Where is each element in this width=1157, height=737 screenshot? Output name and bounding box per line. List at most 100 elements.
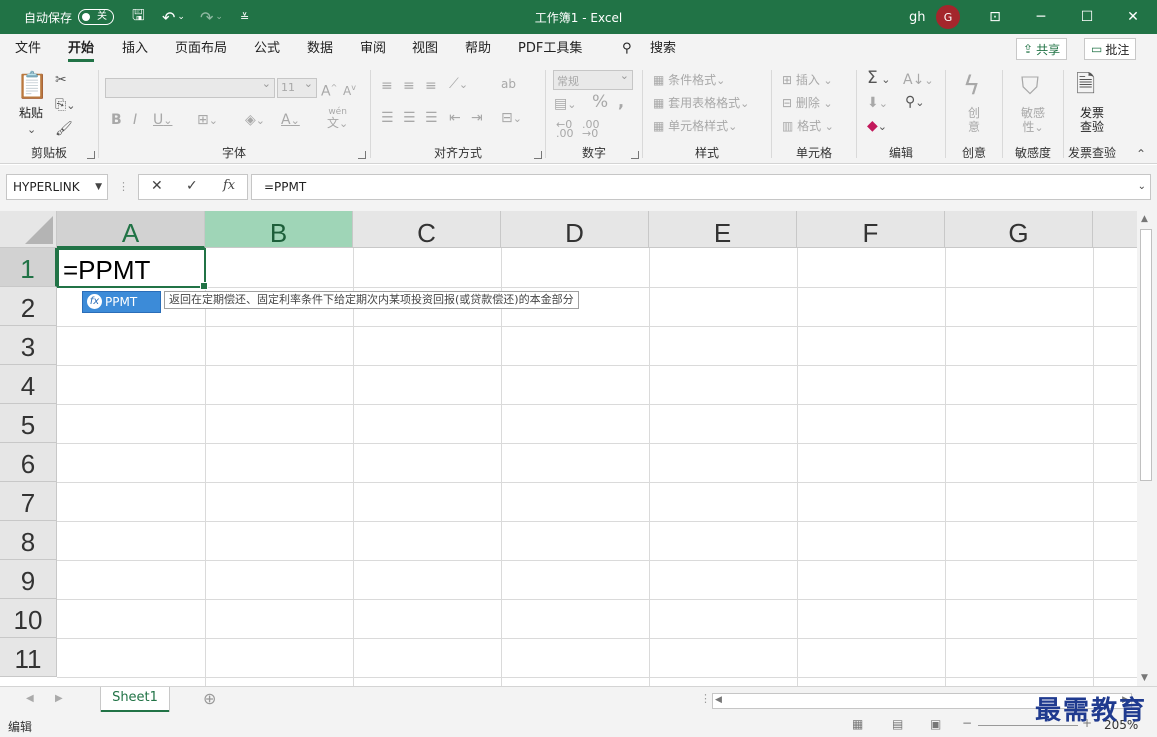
decrease-font-icon[interactable]: Av <box>343 80 356 99</box>
align-middle-icon[interactable]: ≡ <box>403 78 415 94</box>
decrease-decimal-icon[interactable]: .00 →0 <box>582 119 600 139</box>
prev-sheet-icon[interactable]: ◀ <box>26 693 34 704</box>
tab-formulas[interactable]: 公式 <box>254 40 280 62</box>
sensitivity-icon[interactable]: ⛉ <box>1021 72 1039 100</box>
name-box-dropdown-icon[interactable]: ▼ <box>95 175 102 199</box>
tab-view[interactable]: 视图 <box>412 40 438 62</box>
clear-icon[interactable]: ◆⌄ <box>867 118 887 135</box>
normal-view-icon[interactable]: ▦ <box>852 717 863 731</box>
column-header-e[interactable]: E <box>649 211 797 248</box>
align-bottom-icon[interactable]: ≡ <box>425 78 437 94</box>
redo-icon[interactable]: ↷ ⌄ <box>200 0 223 34</box>
sheet-tab-sheet1[interactable]: Sheet1 <box>101 687 169 712</box>
format-painter-icon[interactable]: 🖌 <box>55 121 73 137</box>
merge-center-icon[interactable]: ⊟⌄ <box>501 110 522 127</box>
increase-font-icon[interactable]: A^ <box>321 80 337 100</box>
paste-dropdown-icon[interactable]: ⌄ <box>27 122 36 138</box>
number-format-combo[interactable]: 常规 <box>553 69 633 90</box>
format-as-table-button[interactable]: ▦ 套用表格格式⌄ <box>653 95 749 112</box>
worksheet-grid[interactable]: A B C D E F G 1 2 3 4 5 6 7 8 9 10 11 =P… <box>0 211 1137 686</box>
save-icon[interactable]: 🖫 <box>132 0 145 34</box>
autosave-control[interactable]: 自动保存 关 <box>24 0 115 34</box>
number-launcher[interactable] <box>631 151 639 159</box>
delete-cells-button[interactable]: ⊟ 删除 ⌄ <box>782 95 833 112</box>
tab-help[interactable]: 帮助 <box>465 40 491 62</box>
row-header-11[interactable]: 11 <box>0 638 57 677</box>
accounting-format-icon[interactable]: ▤⌄ <box>554 96 576 113</box>
ribbon-display-icon[interactable]: ⊡ <box>972 0 1018 34</box>
minimize-icon[interactable]: ─ <box>1018 0 1064 34</box>
confirm-entry-icon[interactable]: ✓ <box>186 178 198 194</box>
phonetic-icon[interactable]: wén 文⌄ <box>327 108 348 130</box>
font-name-combo[interactable] <box>105 77 275 98</box>
align-top-icon[interactable]: ≡ <box>381 78 393 94</box>
formula-input[interactable]: =PPMT ⌄ <box>251 174 1151 200</box>
bold-icon[interactable]: B <box>111 112 122 128</box>
tab-home[interactable]: 开始 <box>68 40 95 62</box>
percent-icon[interactable]: % <box>592 94 608 111</box>
align-left-icon[interactable]: ☰ <box>381 110 394 126</box>
align-right-icon[interactable]: ☰ <box>425 110 438 126</box>
scroll-down-icon[interactable]: ▼ <box>1141 673 1148 683</box>
page-layout-view-icon[interactable]: ▤ <box>892 717 903 731</box>
collapse-ribbon-icon[interactable]: ⌃ <box>1136 146 1146 162</box>
row-header-6[interactable]: 6 <box>0 443 57 482</box>
page-break-view-icon[interactable]: ▣ <box>930 717 941 731</box>
row-header-9[interactable]: 9 <box>0 560 57 599</box>
font-color-icon[interactable]: A⌄ <box>281 112 300 129</box>
font-launcher[interactable] <box>358 151 366 159</box>
invoice-check-button[interactable]: 发票 查验 <box>1070 106 1114 134</box>
row-header-3[interactable]: 3 <box>0 326 57 365</box>
tab-insert[interactable]: 插入 <box>122 40 148 62</box>
undo-icon[interactable]: ↶ ⌄ <box>162 0 185 34</box>
orientation-icon[interactable]: ⟋⌄ <box>449 76 468 93</box>
borders-icon[interactable]: ⊞⌄ <box>197 112 218 129</box>
customize-toolbar-icon[interactable]: ≚ <box>240 0 249 34</box>
copy-icon[interactable]: ⎘⌄ <box>55 97 75 114</box>
invoice-check-icon[interactable]: 🗎 <box>1076 70 1095 98</box>
ideas-button[interactable]: 创意 <box>956 106 992 134</box>
column-header-c[interactable]: C <box>353 211 501 248</box>
align-center-icon[interactable]: ☰ <box>403 110 416 126</box>
next-sheet-icon[interactable]: ▶ <box>55 693 63 704</box>
comments-button[interactable]: ▭ 批注 <box>1084 38 1137 60</box>
add-sheet-icon[interactable]: ⊕ <box>203 689 216 708</box>
column-header-h[interactable] <box>1093 211 1137 248</box>
share-button[interactable]: ⇪ 共享 <box>1016 38 1068 60</box>
paste-icon[interactable]: 📋 <box>16 72 48 100</box>
insert-function-icon[interactable]: fx <box>223 178 235 193</box>
row-header-4[interactable]: 4 <box>0 365 57 404</box>
close-icon[interactable]: ✕ <box>1110 0 1156 34</box>
increase-decimal-icon[interactable]: ←0.00 <box>556 119 574 139</box>
paste-button[interactable]: 粘贴 <box>14 106 48 120</box>
vertical-scroll-thumb[interactable] <box>1140 229 1152 481</box>
row-header-1[interactable]: 1 <box>0 248 57 287</box>
tab-pdf-tools[interactable]: PDF工具集 <box>518 40 582 62</box>
increase-indent-icon[interactable]: ⇥ <box>471 110 483 126</box>
conditional-format-button[interactable]: ▦ 条件格式⌄ <box>653 72 725 89</box>
column-header-f[interactable]: F <box>797 211 945 248</box>
ideas-icon[interactable]: ϟ <box>963 72 980 100</box>
underline-icon[interactable]: U⌄ <box>153 112 172 129</box>
row-header-5[interactable]: 5 <box>0 404 57 443</box>
cut-icon[interactable]: ✂ <box>55 72 67 88</box>
vertical-scrollbar[interactable]: ▲ ▼ <box>1137 211 1157 686</box>
sensitivity-button[interactable]: 敏感 性⌄ <box>1011 106 1055 135</box>
fill-color-icon[interactable]: ◈⌄ <box>245 112 265 129</box>
maximize-icon[interactable]: ☐ <box>1064 0 1110 34</box>
cancel-entry-icon[interactable]: ✕ <box>151 178 163 194</box>
row-header-10[interactable]: 10 <box>0 599 57 638</box>
tab-file[interactable]: 文件 <box>15 40 41 62</box>
column-header-d[interactable]: D <box>501 211 649 248</box>
scroll-up-icon[interactable]: ▲ <box>1141 214 1148 224</box>
scroll-left-icon[interactable]: ◀ <box>715 695 722 705</box>
autosum-icon[interactable]: Σ ⌄ <box>867 70 890 88</box>
find-select-icon[interactable]: ⚲⌄ <box>905 94 924 111</box>
name-box[interactable]: HYPERLINK ▼ <box>6 174 108 200</box>
zoom-out-icon[interactable]: − <box>962 716 972 730</box>
column-header-a[interactable]: A <box>57 211 205 248</box>
row-header-8[interactable]: 8 <box>0 521 57 560</box>
sort-filter-icon[interactable]: A↓⌄ <box>903 72 934 89</box>
comma-style-icon[interactable]: , <box>618 94 624 110</box>
autocomplete-item-ppmt[interactable]: fx PPMT <box>82 291 161 313</box>
